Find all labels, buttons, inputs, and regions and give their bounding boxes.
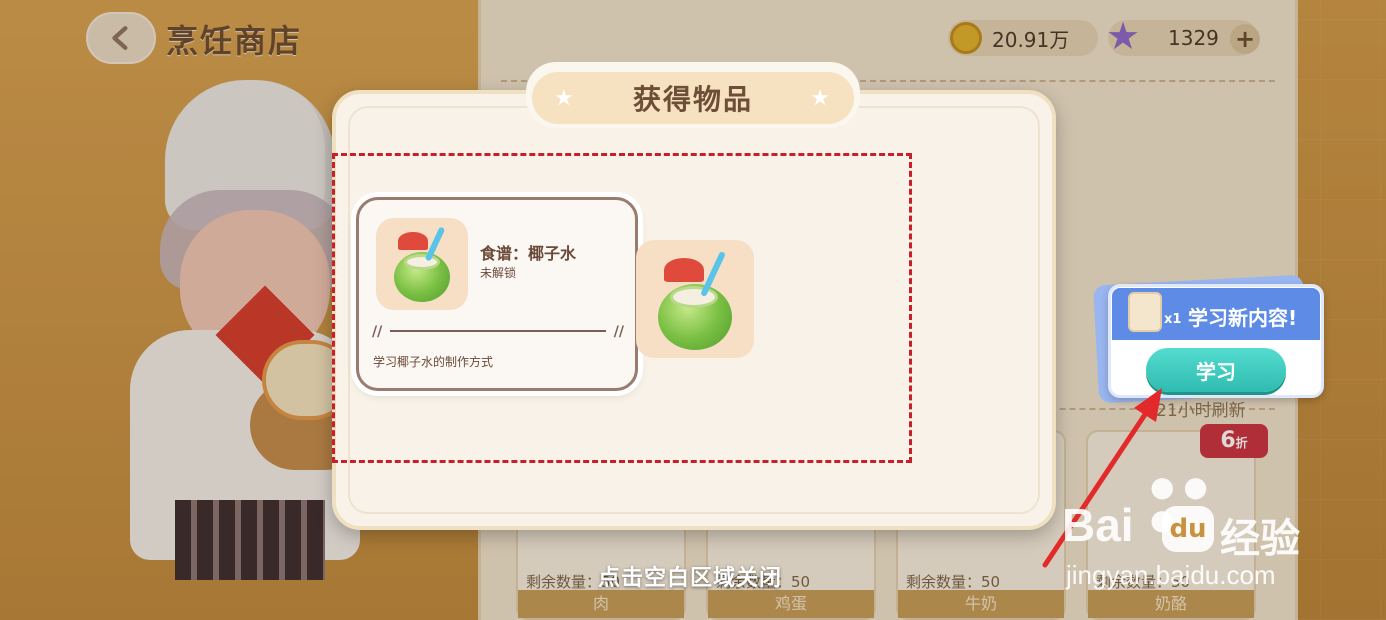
dialog-title: 获得物品 bbox=[632, 83, 753, 116]
coconut-water-icon bbox=[376, 218, 468, 310]
coconut-water-icon bbox=[636, 240, 754, 358]
star-icon: ★ bbox=[810, 86, 832, 111]
recipe-description: 学习椰子水的制作方式 bbox=[373, 355, 494, 369]
watermark-du: du bbox=[1162, 506, 1214, 552]
learn-count: x1 bbox=[1164, 312, 1182, 327]
watermark-url: jingyan.baidu.com bbox=[1066, 560, 1276, 590]
watermark-jingyan: 经验 bbox=[1220, 516, 1300, 562]
dialog-title-pill: ★ 获得物品 ★ bbox=[532, 72, 854, 124]
card-separator: // // bbox=[372, 324, 624, 340]
recipe-status: 未解锁 bbox=[480, 266, 517, 280]
star-icon: ★ bbox=[554, 86, 576, 111]
recipe-scroll-icon bbox=[1128, 292, 1162, 332]
learn-title: 学习新内容! bbox=[1188, 306, 1298, 330]
baidu-paw-logo: ● ● ● bbox=[1150, 470, 1208, 536]
watermark-bai: Bai bbox=[1062, 499, 1134, 551]
tap-to-close-hint: 点击空白区域关闭 bbox=[598, 566, 783, 591]
recipe-name: 食谱：椰子水 bbox=[480, 244, 577, 263]
